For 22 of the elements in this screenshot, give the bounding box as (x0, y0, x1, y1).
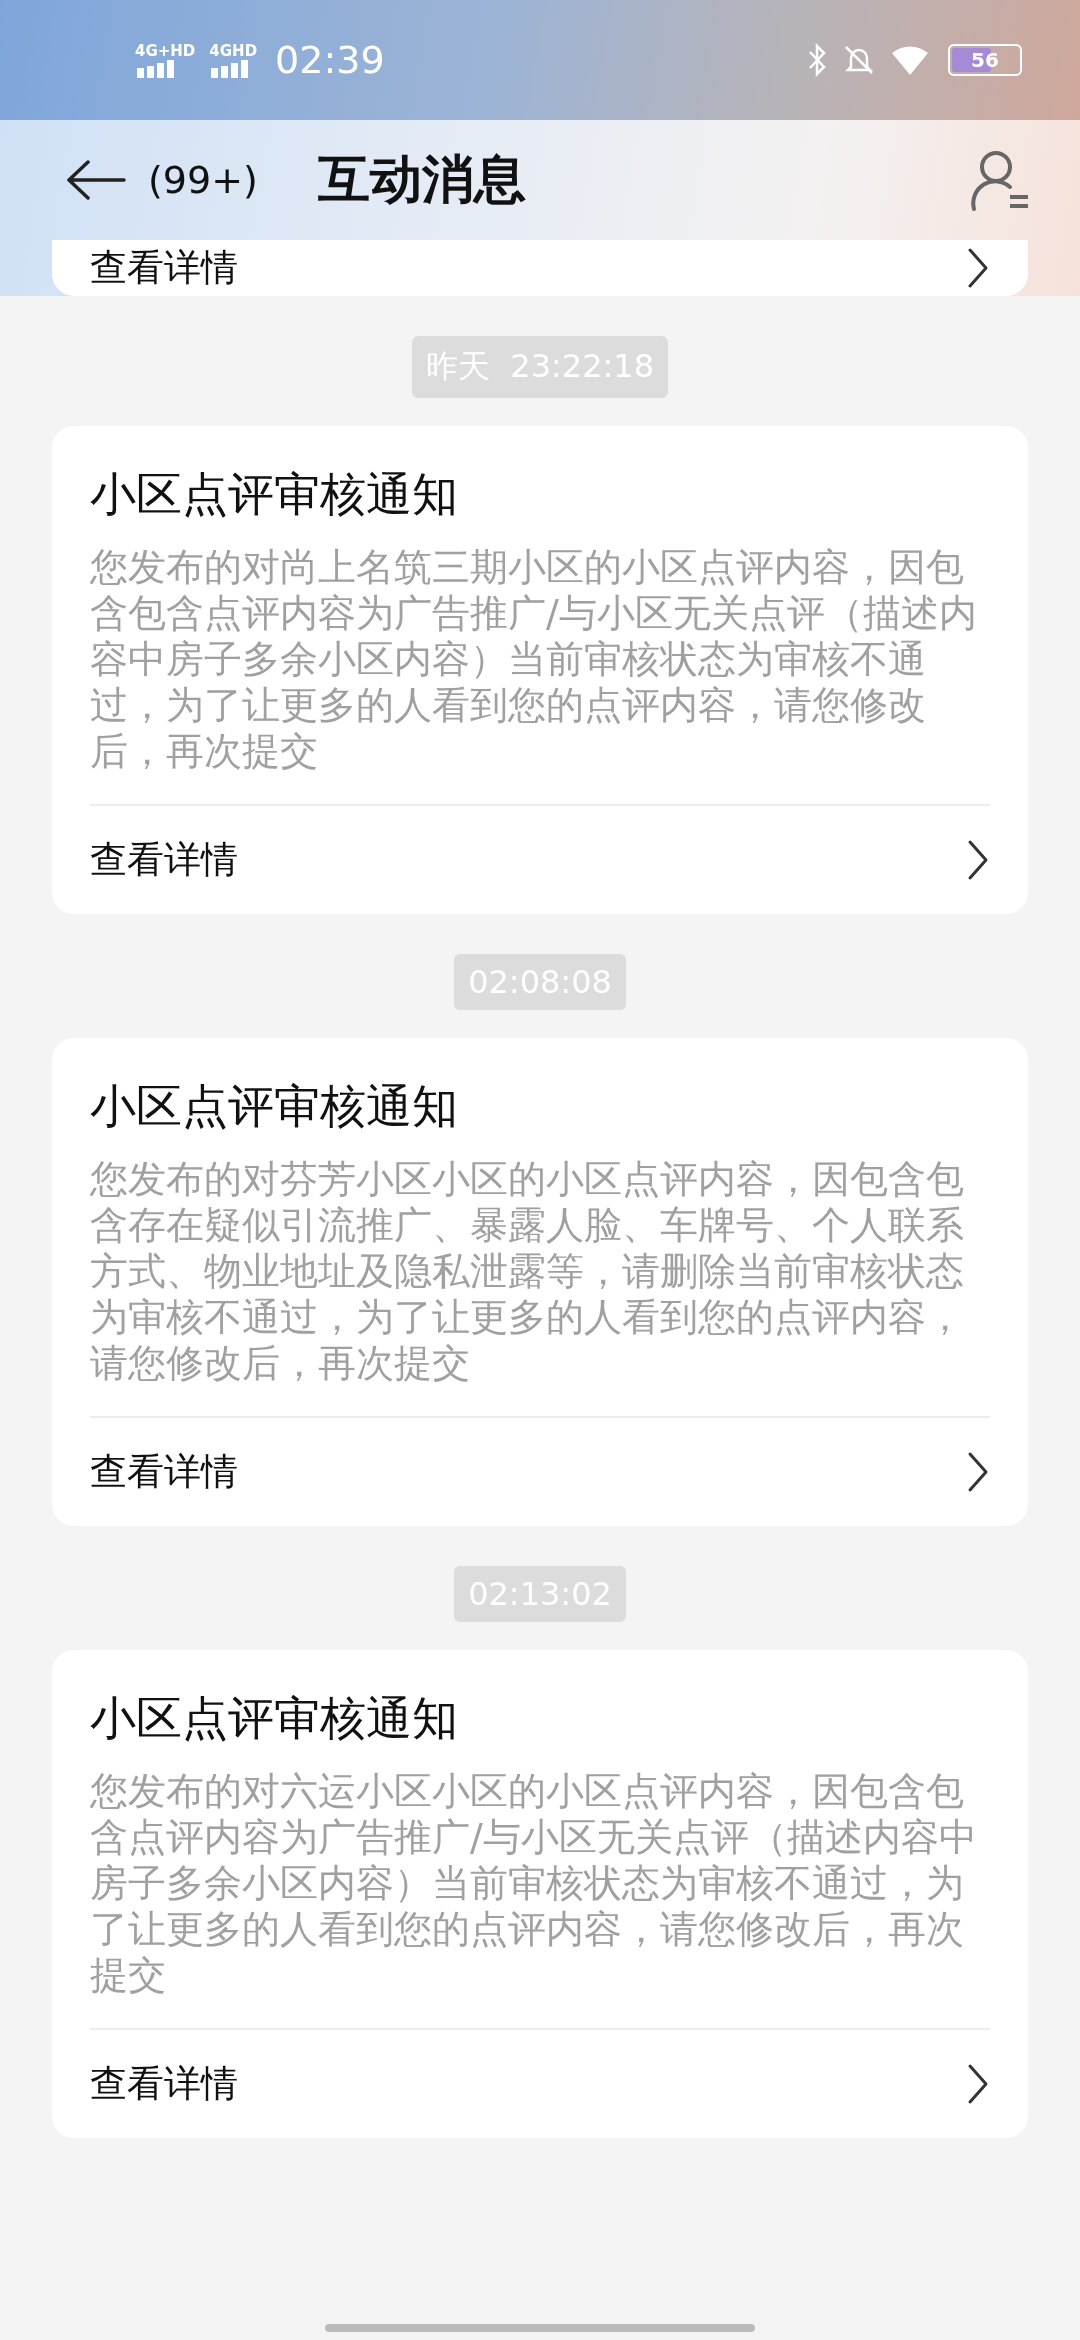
message-body: 您发布的对尚上名筑三期小区的小区点评内容，因包含包含点评内容为广告推广/与小区无关点评（描述内容中房子多余小区内容）当前审核状态为审核不通过，为了让更多的人看到您的点评内容，请您修改后，再次提交 (90, 534, 990, 806)
message-title: 小区点评审核通知 (90, 466, 459, 523)
details-row[interactable]: 查看详情 (90, 1418, 990, 1526)
network-label: 4G+HD (135, 42, 196, 59)
details-row[interactable]: 查看详情 (90, 2030, 990, 2138)
back-icon (66, 160, 126, 200)
message-body: 您发布的对六运小区小区的小区点评内容，因包含包含点评内容为广告推广/与小区无关点评（描述内容中房子多余小区内容）当前审核状态为审核不通过，为了让更多的人看到您的点评内容，请您修改后，再次提交 (90, 1758, 990, 2030)
chevron-icon (966, 2062, 990, 2106)
chevron-icon (966, 246, 990, 290)
chevron-icon (966, 838, 990, 882)
details-row[interactable]: 查看详情 (90, 806, 990, 914)
chevron-icon (966, 1450, 990, 1494)
message-body: 您发布的对芬芳小区小区的小区点评内容，因包含包含存在疑似引流推广、暴露人脸、车牌号、个人联系方式、物业地址及隐私泄露等，请删除当前审核状态为审核不通过，为了让更多的人看到您的点评内容，请您修改后，再次提交 (90, 1146, 990, 1418)
bluetooth-icon (806, 43, 828, 77)
message-title: 小区点评审核通知 (90, 1690, 459, 1747)
message-title: 小区点评审核通知 (90, 1078, 459, 1135)
battery-percent: 56 (971, 48, 999, 72)
page-title: 互动消息 (317, 148, 527, 211)
back-button[interactable]: (99+) (66, 158, 258, 202)
clock-time: 02:39 (275, 38, 385, 82)
network-label: 4GHD (209, 42, 258, 59)
details-link[interactable]: 查看详情 (90, 243, 238, 293)
